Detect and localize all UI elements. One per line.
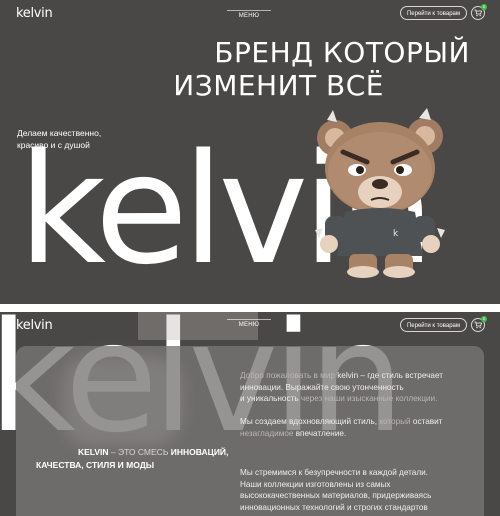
hero-screen: kelvin МЕНЮ Перейти к товарам 0 БРЕНД КО…: [0, 0, 500, 304]
cart-button[interactable]: 0: [471, 4, 487, 20]
mascot-shirt-letter: k: [393, 229, 399, 239]
p2-line-2b: впечатление.: [295, 428, 347, 438]
p3-line-4: инновационных технологий и строгих станд…: [240, 502, 428, 512]
shop-button[interactable]: Перейти к товарам: [400, 6, 467, 20]
cart-button[interactable]: 0: [471, 316, 487, 332]
cart-count-badge: 0: [481, 4, 487, 10]
p3-line-3: высококачественных материалов, придержив…: [240, 491, 432, 500]
about-paragraph-2: Мы создаем вдохновляющий стиль, который …: [240, 416, 442, 439]
desc-line-2: КАЧЕСТВА, СТИЛЯ И МОДЫ: [36, 460, 155, 470]
menu-button[interactable]: МЕНЮ: [227, 319, 271, 328]
p1-line-3a: и уникальность: [240, 394, 301, 403]
hero-headline: БРЕНД КОТОРЫЙ ИЗМЕНИТ ВСЁ: [173, 36, 470, 102]
about-screen: kelvin kelvin МЕНЮ Перейти к товарам 0 K…: [0, 312, 500, 516]
about-paragraph-1: Добро пожаловать в мир kelvin – где стил…: [240, 370, 443, 405]
about-paragraph-3: Мы стремимся к безупречности в каждой де…: [240, 467, 431, 513]
kelvin-description: KELVIN – ЭТО СМЕСЬ ИННОВАЦИЙ, КАЧЕСТВА, …: [36, 446, 228, 472]
p1-intro: Добро пожаловать в мир: [240, 371, 338, 380]
cart-icon: [474, 9, 482, 17]
headline-line-1: БРЕНД КОТОРЫЙ: [214, 36, 470, 69]
p1-line-3b: через наши изысканные коллекции.: [300, 394, 438, 403]
p2-intro: Мы создаем вдохновляющий стиль,: [240, 417, 380, 426]
bear-mascot-illustration: k: [315, 108, 445, 278]
header-logo[interactable]: kelvin: [16, 318, 53, 333]
p2-leaves: оставит: [410, 417, 443, 426]
shop-button[interactable]: Перейти к товарам: [400, 318, 467, 332]
kelvin-name: KELVIN: [78, 447, 109, 457]
menu-button[interactable]: МЕНЮ: [227, 10, 271, 19]
cart-icon: [474, 321, 482, 329]
headline-line-2: ИЗМЕНИТ ВСЁ: [173, 69, 384, 102]
p1-line-2: инновации. Выражайте свою утонченность: [240, 382, 404, 392]
p1-rest: – где стиль встречает: [358, 371, 443, 380]
p1-brand: kelvin: [337, 371, 359, 380]
desc-innovations: ИННОВАЦИЙ,: [170, 447, 229, 457]
header-logo[interactable]: kelvin: [16, 6, 53, 21]
desc-connector: – ЭТО СМЕСЬ: [108, 447, 171, 457]
p3-line-1: Мы стремимся к безупречности в каждой де…: [240, 468, 428, 477]
cart-count-badge: 0: [481, 316, 487, 322]
p3-line-2: Наши коллекции изготовлены из самых: [240, 479, 391, 489]
p2-line-2a: незагладимое: [240, 428, 296, 438]
screen-divider: [0, 304, 500, 312]
blurred-decoration: [62, 356, 182, 446]
about-glass-panel: KELVIN – ЭТО СМЕСЬ ИННОВАЦИЙ, КАЧЕСТВА, …: [16, 346, 484, 516]
p2-which: который: [379, 417, 411, 426]
